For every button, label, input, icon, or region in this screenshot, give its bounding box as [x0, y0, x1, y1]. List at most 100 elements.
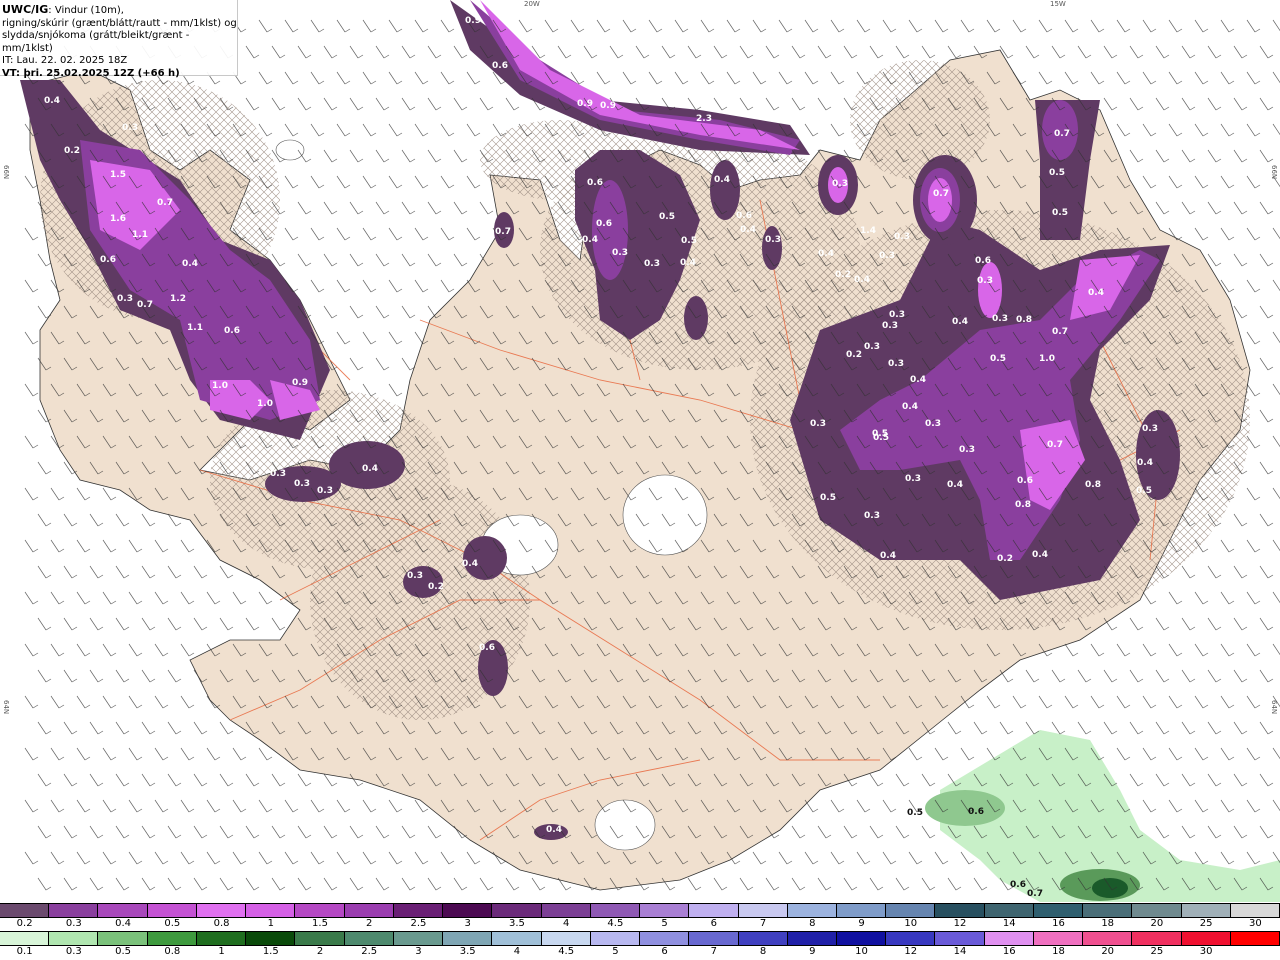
legend-swatch	[787, 904, 837, 917]
snow-value: 0.6	[975, 256, 991, 266]
legend-swatch	[541, 932, 591, 945]
legend-swatch	[836, 932, 887, 945]
legend-swatch	[196, 932, 247, 945]
legend-label: 12	[904, 946, 918, 957]
legend-label: 6	[661, 946, 668, 957]
legend-label: 3.5	[459, 946, 476, 957]
snow-value: 1.1	[187, 323, 203, 333]
snow-value: 2.3	[696, 114, 712, 124]
legend-swatch	[836, 904, 887, 917]
snow-value: 0.7	[1054, 129, 1070, 139]
legend-label: 8	[759, 946, 767, 957]
legend-swatch	[0, 904, 50, 917]
snow-value: 0.5	[820, 493, 836, 503]
legend-label: 2	[316, 946, 324, 957]
snow-value: 0.3	[832, 179, 848, 189]
snow-value: 1.0	[212, 381, 228, 391]
snow-value: 0.3	[765, 235, 781, 245]
legend-label: 16	[1052, 918, 1065, 929]
snow-value: 0.4	[902, 402, 918, 412]
legend-label: 18	[1101, 918, 1115, 929]
snow-value: 0.7	[157, 198, 173, 208]
init-time: IT: Lau. 22. 02. 2025 18Z	[2, 55, 128, 66]
legend-swatch	[935, 932, 985, 945]
legend-label: 18	[1052, 946, 1065, 957]
snow-value: 0.8	[1085, 480, 1101, 490]
legend-swatch	[640, 932, 690, 945]
legend-label: 5	[612, 946, 619, 957]
legend-label: 30	[1199, 946, 1213, 957]
snow-value: 0.4	[1137, 458, 1153, 468]
snow-value: 0.6	[736, 211, 752, 221]
snow-value: 0.3	[864, 342, 880, 352]
snow-value: 0.3	[889, 310, 905, 320]
legend-label: 30	[1249, 918, 1262, 929]
legend-swatch	[1230, 904, 1280, 917]
snow-value: 0.3	[407, 571, 423, 581]
legend-swatch	[393, 932, 444, 945]
snow-value: 0.7	[495, 227, 511, 237]
snow-value: 0.2	[428, 582, 444, 592]
snow-value: 0.4	[818, 249, 834, 259]
legend-label: 0.4	[115, 918, 132, 929]
legend-label: 12	[953, 918, 967, 929]
legend-swatch	[1083, 904, 1133, 917]
legend-label: 3	[415, 946, 422, 957]
title-line3: slydda/snjókoma (grátt/bleikt/grænt - mm…	[2, 30, 190, 54]
legend-swatch	[443, 904, 493, 917]
snow-value: 1.6	[110, 214, 126, 224]
snow-value: 0.6	[1017, 476, 1033, 486]
snow-value: 0.3	[905, 474, 921, 484]
lon-label-15w: 15W	[1050, 0, 1066, 8]
rain-legend: 0.1 0.3 0.5 0.8 1 1.5 2 2.5 3 3.5 4 4.5 5 6 7 8 9 10 12 14 1…	[0, 931, 1280, 959]
legend-swatch	[246, 904, 296, 917]
legend-label: 20	[1101, 946, 1115, 957]
map-title-box: UWC/IG: Vindur (10m), rigning/skúrir (gr…	[0, 0, 238, 79]
legend-swatch	[344, 904, 394, 917]
snow-value: 0.2	[846, 350, 862, 360]
snow-value: 0.3	[317, 486, 333, 496]
legend-swatch	[443, 932, 493, 945]
snow-value: 1.1	[132, 230, 148, 240]
legend-label: 1	[218, 946, 225, 957]
legend-label: 25	[1199, 918, 1213, 929]
legend-swatch	[1033, 932, 1084, 945]
snow-value: 0.3	[959, 445, 975, 455]
snow-value: 0.2	[64, 146, 80, 156]
rain-value: 0.5	[907, 808, 923, 818]
snow-value: 0.3	[117, 294, 133, 304]
snow-value: 1.2	[170, 294, 186, 304]
legend-swatch	[738, 904, 788, 917]
legend-swatch	[295, 904, 345, 917]
snow-value: 0.9	[292, 378, 308, 388]
snow-value: 0.5	[659, 212, 675, 222]
snow-value: 0.4	[546, 825, 562, 835]
snow-value: 0.5	[1049, 168, 1065, 178]
snow-value: 0.4	[680, 258, 696, 268]
legend-label: 4	[513, 946, 521, 957]
legend-swatch	[984, 932, 1034, 945]
legend-swatch	[49, 932, 99, 945]
legend-label: 0.2	[16, 918, 33, 929]
snow-value: 0.3	[612, 248, 628, 258]
snow-value: 0.5	[681, 236, 697, 246]
snow-value: 0.3	[864, 511, 880, 521]
snow-value: 0.6	[224, 326, 240, 336]
snow-value: 0.5	[1052, 208, 1068, 218]
snow-value: 0.3	[270, 469, 286, 479]
snow-value: 0.5	[990, 354, 1006, 364]
snow-value: 0.4	[182, 259, 198, 269]
legend-swatch	[689, 932, 739, 945]
model-code: UWC/IG	[2, 3, 49, 16]
title-line1: : Vindur (10m),	[48, 5, 124, 16]
snow-value: 0.4	[462, 559, 478, 569]
snow-value: 0.3	[992, 314, 1008, 324]
legend-swatch	[196, 904, 247, 917]
legend-label: 1	[267, 918, 274, 929]
snow-value: 0.3	[882, 321, 898, 331]
legend-swatch	[1230, 932, 1280, 945]
legend-swatch	[1083, 932, 1133, 945]
valid-time: VT: þri. 25.02.2025 12Z (+66 h)	[2, 67, 180, 79]
snow-value: 0.5	[872, 429, 888, 439]
snow-value: 1.5	[110, 170, 126, 180]
